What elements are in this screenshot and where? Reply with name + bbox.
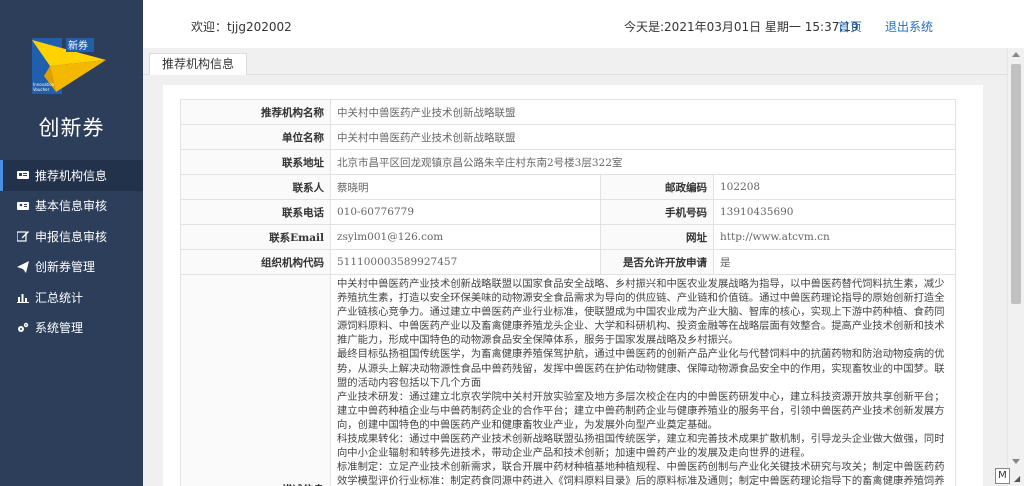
sidebar-item-basic-info-review[interactable]: 基本信息审核 — [0, 191, 143, 222]
address-label: 联系地址 — [180, 149, 331, 175]
home-link[interactable]: 首页 — [838, 18, 862, 35]
phone-label: 联系电话 — [180, 199, 331, 225]
scroll-up-arrow-icon[interactable] — [1012, 52, 1020, 57]
unit-name-label: 单位名称 — [180, 124, 331, 150]
description-body: 中关村中兽医药产业技术创新战略联盟以国家食品安全战略、乡村振兴和中医农业发展战略… — [337, 278, 945, 486]
sidebar-item-label: 汇总统计 — [35, 290, 84, 305]
website-value: http://www.atcvm.cn — [713, 224, 956, 250]
brand-name: 创新券 — [38, 116, 105, 140]
org-info-table: 推荐机构名称 中关村中兽医药产业技术创新战略联盟 单位名称 中关村中兽医药产业技… — [180, 99, 956, 486]
sidebar-nav: 推荐机构信息 基本信息审核 申报信息审核 创新券管理 汇总统计 系统管理 — [0, 160, 143, 343]
open-apply-value: 是 — [713, 249, 956, 275]
top-header: 欢迎：tjjg202002 今天是:2021年03月01日 星期一 15:37:… — [143, 0, 1024, 48]
unit-name-value: 中关村中兽医药产业技术创新战略联盟 — [330, 124, 956, 150]
postcode-value: 102208 — [713, 174, 956, 200]
sidebar-item-label: 申报信息审核 — [35, 229, 108, 244]
open-apply-label: 是否允许开放申请 — [600, 249, 714, 275]
table-row: 推荐机构名称 中关村中兽医药产业技术创新战略联盟 — [180, 99, 956, 125]
scroll-down-arrow-icon[interactable] — [1012, 459, 1020, 464]
svg-text:新券: 新券 — [68, 39, 88, 52]
tab-bar: 推荐机构信息 — [143, 48, 1024, 75]
table-row: 组织机构代码 511100003589927457 是否允许开放申请 是 — [180, 249, 956, 275]
sidebar-item-summary-stats[interactable]: 汇总统计 — [0, 282, 143, 313]
tab-recommend-org-info[interactable]: 推荐机构信息 — [149, 53, 248, 75]
sidebar-item-label: 基本信息审核 — [35, 199, 108, 214]
mobile-value: 13910435690 — [713, 199, 956, 225]
logout-link[interactable]: 退出系统 — [885, 18, 933, 35]
org-name-value: 中关村中兽医药产业技术创新战略联盟 — [330, 99, 956, 125]
sidebar-item-recommend-org[interactable]: 推荐机构信息 — [0, 160, 143, 191]
current-datetime: 今天是:2021年03月01日 星期一 15:37:19 — [624, 20, 859, 34]
sidebar-item-label: 推荐机构信息 — [35, 168, 108, 183]
description-text: 中关村中兽医药产业技术创新战略联盟以国家食品安全战略、乡村振兴和中医农业发展战略… — [330, 274, 956, 486]
contact-label: 联系人 — [180, 174, 331, 200]
description-label: 描述信息 — [180, 274, 331, 486]
sidebar: 新券 Innovation Voucher 创新券 推荐机构信息 基本信息审核 … — [0, 0, 143, 486]
phone-value: 010-60776779 — [330, 199, 601, 225]
contact-value: 蔡晓明 — [330, 174, 601, 200]
bar-chart-icon — [16, 290, 30, 304]
vertical-scrollbar[interactable] — [1007, 48, 1024, 486]
table-row: 联系Email zsylm001@126.com 网址 http://www.a… — [180, 224, 956, 250]
orgcode-label: 组织机构代码 — [180, 249, 331, 275]
paper-plane-icon — [16, 260, 30, 274]
ime-dropdown-icon[interactable]: ◢ — [1014, 474, 1020, 483]
main-content: 推荐机构名称 中关村中兽医药产业技术创新战略联盟 单位名称 中关村中兽医药产业技… — [163, 85, 983, 486]
table-row: 描述信息 中关村中兽医药产业技术创新战略联盟以国家食品安全战略、乡村振兴和中医农… — [180, 274, 956, 486]
website-label: 网址 — [600, 224, 714, 250]
table-row: 联系人 蔡晓明 邮政编码 102208 — [180, 174, 956, 200]
welcome-text: 欢迎：tjjg202002 — [191, 20, 292, 34]
mobile-label: 手机号码 — [600, 199, 714, 225]
orgcode-value: 511100003589927457 — [330, 249, 601, 275]
gears-icon — [16, 321, 30, 335]
sidebar-item-label: 创新券管理 — [35, 260, 96, 275]
ime-indicator[interactable]: M — [995, 468, 1010, 484]
email-value: zsylm001@126.com — [330, 224, 601, 250]
email-label: 联系Email — [180, 224, 331, 250]
sidebar-item-voucher-management[interactable]: 创新券管理 — [0, 252, 143, 283]
logo: 新券 Innovation Voucher — [30, 36, 106, 96]
table-row: 联系地址 北京市昌平区回龙观镇京昌公路朱辛庄村东南2号楼3层322室 — [180, 149, 956, 175]
scroll-thumb[interactable] — [1011, 64, 1021, 304]
address-value: 北京市昌平区回龙观镇京昌公路朱辛庄村东南2号楼3层322室 — [330, 149, 956, 175]
sidebar-item-apply-info-review[interactable]: 申报信息审核 — [0, 221, 143, 252]
postcode-label: 邮政编码 — [600, 174, 714, 200]
table-row: 单位名称 中关村中兽医药产业技术创新战略联盟 — [180, 124, 956, 150]
sidebar-item-system-management[interactable]: 系统管理 — [0, 313, 143, 344]
sidebar-item-label: 系统管理 — [35, 321, 84, 336]
paper-plane-logo-icon: 新券 Innovation Voucher — [32, 38, 106, 94]
address-card-icon — [16, 199, 30, 213]
table-row: 联系电话 010-60776779 手机号码 13910435690 — [180, 199, 956, 225]
org-name-label: 推荐机构名称 — [180, 99, 331, 125]
id-card-icon — [16, 168, 30, 182]
svg-text:Voucher: Voucher — [33, 87, 50, 92]
edit-icon — [16, 229, 30, 243]
